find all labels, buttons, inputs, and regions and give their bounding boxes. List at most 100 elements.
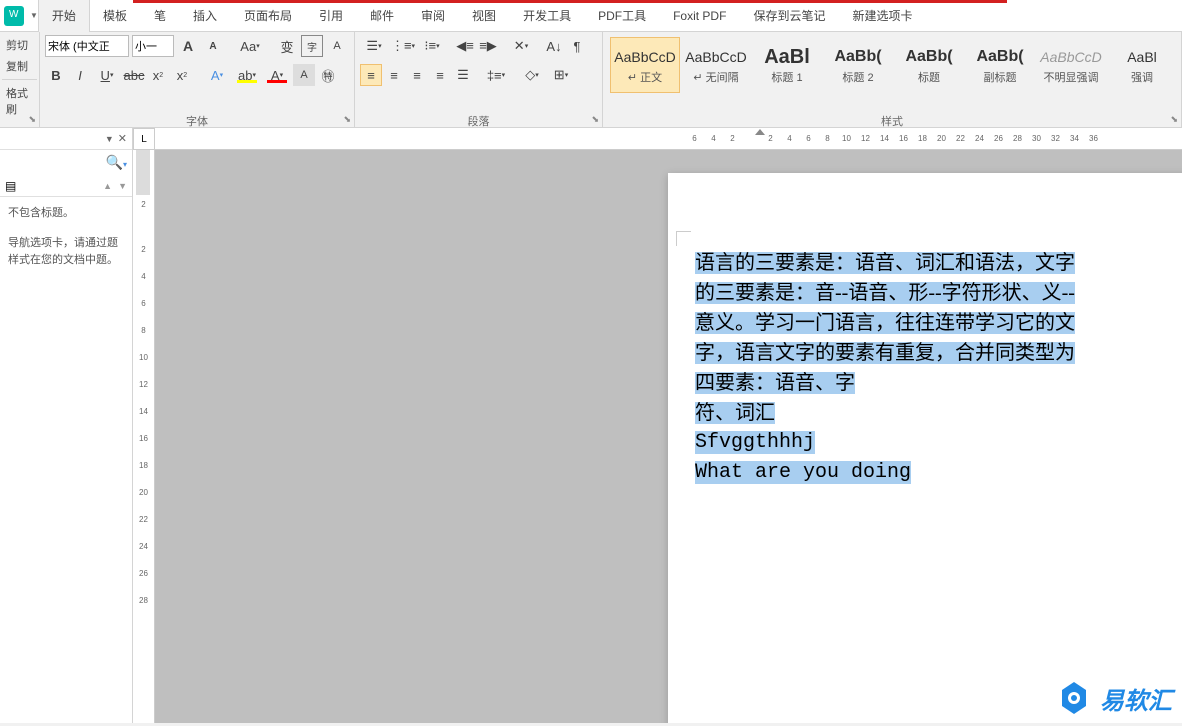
multilevel-button[interactable]: ⁝≡▾	[418, 35, 446, 57]
enclosed-char-button[interactable]: ㊕	[317, 64, 339, 86]
style-tile-5[interactable]: AaBb(副标题	[965, 37, 1035, 93]
ruler-horizontal[interactable]: 64224681012141618202224262830323436	[155, 128, 1182, 150]
ribbon-tabs: ▼ 开始 模板 笔 插入 页面布局 引用 邮件 审阅 视图 开发工具 PDF工具…	[0, 0, 1182, 32]
watermark-icon	[1056, 680, 1092, 716]
shrink-font-button[interactable]: A	[202, 35, 224, 57]
sort-button[interactable]: A↓	[543, 35, 565, 57]
nav-dropdown-icon[interactable]: ▼	[105, 134, 114, 144]
styles-group-label: 样式	[881, 116, 903, 128]
paragraph-group-label: 段落	[468, 116, 490, 128]
strike-button[interactable]: abc	[123, 64, 145, 86]
nav-up-icon[interactable]: ▲	[103, 181, 112, 191]
clipboard-launcher-icon[interactable]: ⬊	[28, 114, 36, 125]
style-tile-2[interactable]: AaBl标题 1	[752, 37, 822, 93]
indent-marker-icon[interactable]	[755, 129, 765, 135]
tab-view[interactable]: 视图	[459, 0, 510, 32]
align-left-button[interactable]: ≡	[360, 64, 382, 86]
paragraph-launcher-icon[interactable]: ⬊	[591, 114, 599, 125]
char-border-button[interactable]: 字	[301, 35, 323, 57]
style-tile-1[interactable]: AaBbCcD↵ 无间隔	[681, 37, 751, 93]
nav-close-icon[interactable]: ✕	[118, 132, 127, 145]
tab-insert[interactable]: 插入	[180, 0, 231, 32]
group-paragraph: ☰▾ ⋮≡▾ ⁝≡▾ ◀≡ ≡▶ ✕▾ A↓ ¶ ≡ ≡ ≡ ≡ ☰ ‡≡▾	[355, 32, 603, 127]
font-launcher-icon[interactable]: ⬊	[343, 114, 351, 125]
text-selection-p3: What are you doing	[695, 461, 911, 484]
tab-layout[interactable]: 页面布局	[231, 0, 306, 32]
decrease-indent-button[interactable]: ◀≡	[454, 35, 476, 57]
increase-indent-button[interactable]: ≡▶	[477, 35, 499, 57]
char-shading-button[interactable]: A	[326, 35, 348, 57]
distribute-button[interactable]: ☰	[452, 64, 474, 86]
watermark: 易软汇	[1056, 680, 1172, 716]
document-content[interactable]: 语言的三要素是：语音、词汇和语法，文字的三要素是：音--语音、形--字符形状、义…	[695, 248, 1182, 488]
ruler-vertical[interactable]: 2246810121416182022242628	[133, 150, 155, 723]
numbering-button[interactable]: ⋮≡▾	[389, 35, 417, 57]
ruler-h-ticks: 64224681012141618202224262830323436	[685, 134, 1103, 143]
style-tile-4[interactable]: AaBb(标题	[894, 37, 964, 93]
font-name-select[interactable]	[45, 35, 129, 57]
ruler-v-ticks: 2246810121416182022242628	[133, 200, 154, 605]
align-center-button[interactable]: ≡	[383, 64, 405, 86]
change-case-button[interactable]: Aa▾	[236, 35, 264, 57]
underline-button[interactable]: U▾	[93, 64, 121, 86]
app-menu-dropdown[interactable]: ▼	[30, 11, 38, 20]
style-tile-3[interactable]: AaBb(标题 2	[823, 37, 893, 93]
cut-button[interactable]: 剪切	[2, 35, 37, 55]
style-tile-6[interactable]: AaBbCcD不明显强调	[1036, 37, 1106, 93]
bullets-button[interactable]: ☰▾	[360, 35, 388, 57]
grow-font-button[interactable]: A	[177, 35, 199, 57]
watermark-text: 易软汇	[1100, 681, 1172, 716]
justify-button[interactable]: ≡	[429, 64, 451, 86]
text-selection-p1-tail: 符、词汇	[695, 402, 775, 424]
tab-mail[interactable]: 邮件	[357, 0, 408, 32]
tab-pen[interactable]: 笔	[141, 0, 180, 32]
style-tile-0[interactable]: AaBbCcD↵ 正文	[610, 37, 680, 93]
subscript-button[interactable]: x2	[147, 64, 169, 86]
font-color-button[interactable]: A▾	[263, 64, 291, 86]
ribbon: 剪切 复制 格式刷 ⬊ A A Aa▾ 变 字 A B I U	[0, 32, 1182, 128]
editor-area: L 64224681012141618202224262830323436 22…	[133, 128, 1182, 723]
navigation-pane: ▼ ✕ 🔍▾ ▤ ▲ ▼ 不包含标题。 导航选项卡，请通过题样式在您的文档中题。	[0, 128, 133, 723]
highlight-button[interactable]: ab▾	[233, 64, 261, 86]
bold-button[interactable]: B	[45, 64, 67, 86]
nav-view-icon[interactable]: ▤	[5, 179, 16, 193]
align-right-button[interactable]: ≡	[406, 64, 428, 86]
copy-button[interactable]: 复制	[2, 56, 37, 76]
group-font: A A Aa▾ 变 字 A B I U▾ abc x2 x2 A▾ ab▾ A▾	[40, 32, 355, 127]
borders-button[interactable]: ⊞▾	[547, 64, 575, 86]
ruler-corner[interactable]: L	[133, 128, 155, 150]
char-shade-button[interactable]: A	[293, 64, 315, 86]
tab-template[interactable]: 模板	[90, 0, 141, 32]
search-icon[interactable]: 🔍▾	[106, 154, 127, 171]
tab-foxit[interactable]: Foxit PDF	[660, 0, 740, 32]
tab-pdf-tools[interactable]: PDF工具	[585, 0, 660, 32]
nav-hint-text: 导航选项卡，请通过题样式在您的文档中题。	[8, 235, 124, 270]
show-marks-button[interactable]: ¶	[566, 35, 588, 57]
text-direction-button[interactable]: ✕▾	[507, 35, 535, 57]
tab-review[interactable]: 审阅	[408, 0, 459, 32]
tab-references[interactable]: 引用	[306, 0, 357, 32]
text-selection-p2: Sfvggthhhj	[695, 431, 815, 454]
line-spacing-button[interactable]: ‡≡▾	[482, 64, 510, 86]
styles-launcher-icon[interactable]: ⬊	[1170, 114, 1178, 125]
tab-new[interactable]: 新建选项卡	[839, 0, 926, 32]
italic-button[interactable]: I	[69, 64, 91, 86]
font-group-label: 字体	[186, 116, 208, 128]
title-bar-red	[133, 0, 1007, 3]
tab-developer[interactable]: 开发工具	[510, 0, 585, 32]
superscript-button[interactable]: x2	[171, 64, 193, 86]
document-page[interactable]: 语言的三要素是：语音、词汇和语法，文字的三要素是：音--语音、形--字符形状、义…	[668, 173, 1182, 723]
tab-home[interactable]: 开始	[38, 0, 90, 32]
text-effects-button[interactable]: A▾	[203, 64, 231, 86]
style-tile-7[interactable]: AaBl强调	[1107, 37, 1177, 93]
tab-cloud[interactable]: 保存到云笔记	[740, 0, 839, 32]
styles-gallery: AaBbCcD↵ 正文AaBbCcD↵ 无间隔AaBl标题 1AaBb(标题 2…	[608, 35, 1179, 95]
pinyin-button[interactable]: 变	[276, 35, 298, 57]
font-size-select[interactable]	[132, 35, 174, 57]
nav-down-icon[interactable]: ▼	[118, 181, 127, 191]
group-styles: AaBbCcD↵ 正文AaBbCcD↵ 无间隔AaBl标题 1AaBb(标题 2…	[603, 32, 1182, 127]
app-icon[interactable]	[4, 6, 24, 26]
nav-empty-text: 不包含标题。	[8, 205, 124, 223]
shading-button[interactable]: ◇▾	[518, 64, 546, 86]
margin-corner-tl	[676, 231, 691, 246]
